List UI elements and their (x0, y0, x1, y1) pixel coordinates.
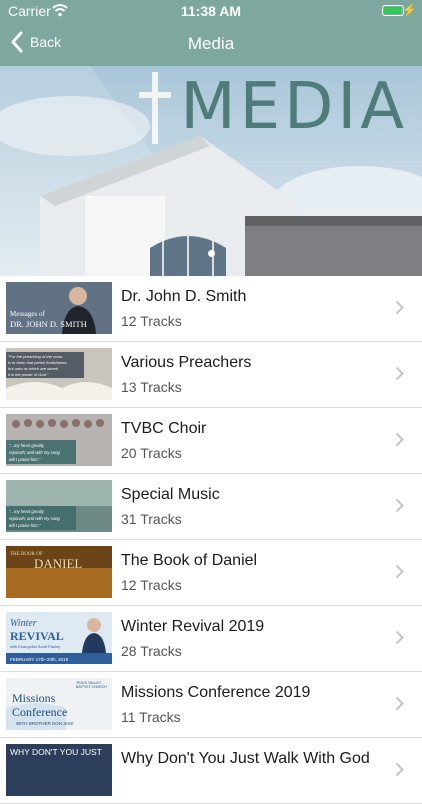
item-track-count: 12 Tracks (121, 577, 182, 593)
svg-text:BAPTIST CHURCH: BAPTIST CHURCH (76, 685, 107, 689)
thumbnail: Messages of DR. JOHN D. SMITH (6, 282, 112, 334)
thumbnail: Winter REVIVAL with Evangelist Scott Pau… (6, 612, 112, 664)
svg-text:will I praise him.": will I praise him." (9, 457, 41, 462)
item-title: Why Don't You Just Walk With God (121, 750, 370, 767)
item-title: Special Music (121, 486, 220, 503)
item-title: TVBC Choir (121, 420, 207, 437)
charging-icon: ⚡ (402, 3, 417, 17)
list-item[interactable]: "...my heart greatly rejoiceth; and with… (0, 474, 422, 540)
thumbnail: "...my heart greatly rejoiceth; and with… (6, 480, 112, 532)
clock: 11:38 AM (180, 3, 242, 19)
list-item[interactable]: "...my heart greatly rejoiceth; and with… (0, 408, 422, 474)
chevron-right-icon (395, 696, 404, 711)
item-title: Various Preachers (121, 354, 252, 371)
chevron-right-icon (395, 366, 404, 381)
svg-text:with Evangelist Scott Pauley: with Evangelist Scott Pauley (10, 644, 60, 649)
chevron-right-icon (395, 630, 404, 645)
svg-text:FEBRUARY 17th–20th, 2019: FEBRUARY 17th–20th, 2019 (10, 657, 69, 662)
thumbnail: TEAYS VALLEY BAPTIST CHURCH Missions Con… (6, 678, 112, 730)
item-title: Winter Revival 2019 (121, 618, 265, 635)
item-track-count: 12 Tracks (121, 313, 182, 329)
chevron-right-icon (395, 498, 404, 513)
svg-text:REVIVAL: REVIVAL (10, 629, 64, 643)
svg-text:DANIEL: DANIEL (34, 556, 82, 571)
svg-text:but unto us which are saved: but unto us which are saved (8, 366, 59, 371)
thumbnail: "...my heart greatly rejoiceth; and with… (6, 414, 112, 466)
svg-text:DR. JOHN D. SMITH: DR. JOHN D. SMITH (10, 319, 87, 329)
svg-text:Missions: Missions (12, 691, 56, 705)
svg-text:WHY DON'T YOU JUST: WHY DON'T YOU JUST (10, 747, 102, 757)
item-title: The Book of Daniel (121, 552, 258, 569)
item-track-count: 13 Tracks (121, 379, 182, 395)
item-title: Dr. John D. Smith (121, 288, 247, 305)
page-dot[interactable] (207, 250, 215, 257)
svg-text:Winter: Winter (10, 618, 37, 629)
list-item[interactable]: THE BOOK OF DANIEL The Book of Daniel 12… (0, 540, 422, 606)
media-banner[interactable]: MEDIA (0, 66, 422, 276)
list-item[interactable]: Winter REVIVAL with Evangelist Scott Pau… (0, 606, 422, 672)
thumbnail: THE BOOK OF DANIEL (6, 546, 112, 598)
svg-text:is to them that perish foolish: is to them that perish foolishness; (8, 360, 67, 365)
svg-text:rejoiceth; and with my song: rejoiceth; and with my song (9, 450, 60, 455)
banner-heading: MEDIA (180, 70, 408, 144)
item-track-count: 31 Tracks (121, 511, 182, 527)
thumbnail: "For the preaching of the cross is to th… (6, 348, 112, 400)
svg-text:rejoiceth; and with my song: rejoiceth; and with my song (9, 516, 60, 521)
svg-text:it is the power of God.": it is the power of God." (8, 372, 49, 377)
svg-text:will I praise him.": will I praise him." (9, 523, 41, 528)
chevron-right-icon (395, 762, 404, 777)
svg-text:"...my heart greatly: "...my heart greatly (9, 509, 45, 514)
item-track-count: 20 Tracks (121, 445, 182, 461)
svg-text:Messages of: Messages of (10, 310, 45, 318)
list-item[interactable]: "For the preaching of the cross is to th… (0, 342, 422, 408)
page-title: Media (187, 34, 235, 53)
svg-text:"For the preaching of the cros: "For the preaching of the cross (8, 354, 63, 359)
list-item[interactable]: Messages of DR. JOHN D. SMITH Dr. John D… (0, 276, 422, 342)
thumbnail: WHY DON'T YOU JUST (6, 744, 112, 796)
status-bar: Carrier 11:38 AM ⚡ (0, 0, 422, 22)
media-list: Messages of DR. JOHN D. SMITH Dr. John D… (0, 276, 422, 804)
item-track-count: 28 Tracks (121, 643, 182, 659)
svg-text:"...my heart greatly: "...my heart greatly (9, 443, 45, 448)
page-indicator[interactable] (0, 244, 422, 262)
item-track-count: 11 Tracks (121, 709, 181, 725)
chevron-right-icon (395, 300, 404, 315)
svg-text:Conference: Conference (12, 705, 67, 719)
navigation-bar: Back Media (0, 22, 422, 66)
item-title: Missions Conference 2019 (121, 684, 311, 701)
chevron-right-icon (395, 432, 404, 447)
chevron-right-icon (395, 564, 404, 579)
battery-icon (382, 5, 404, 16)
svg-text:WITH BROTHER DON SISK: WITH BROTHER DON SISK (16, 721, 74, 726)
list-item[interactable]: TEAYS VALLEY BAPTIST CHURCH Missions Con… (0, 672, 422, 738)
list-item[interactable]: WHY DON'T YOU JUST Why Don't You Just Wa… (0, 738, 422, 804)
